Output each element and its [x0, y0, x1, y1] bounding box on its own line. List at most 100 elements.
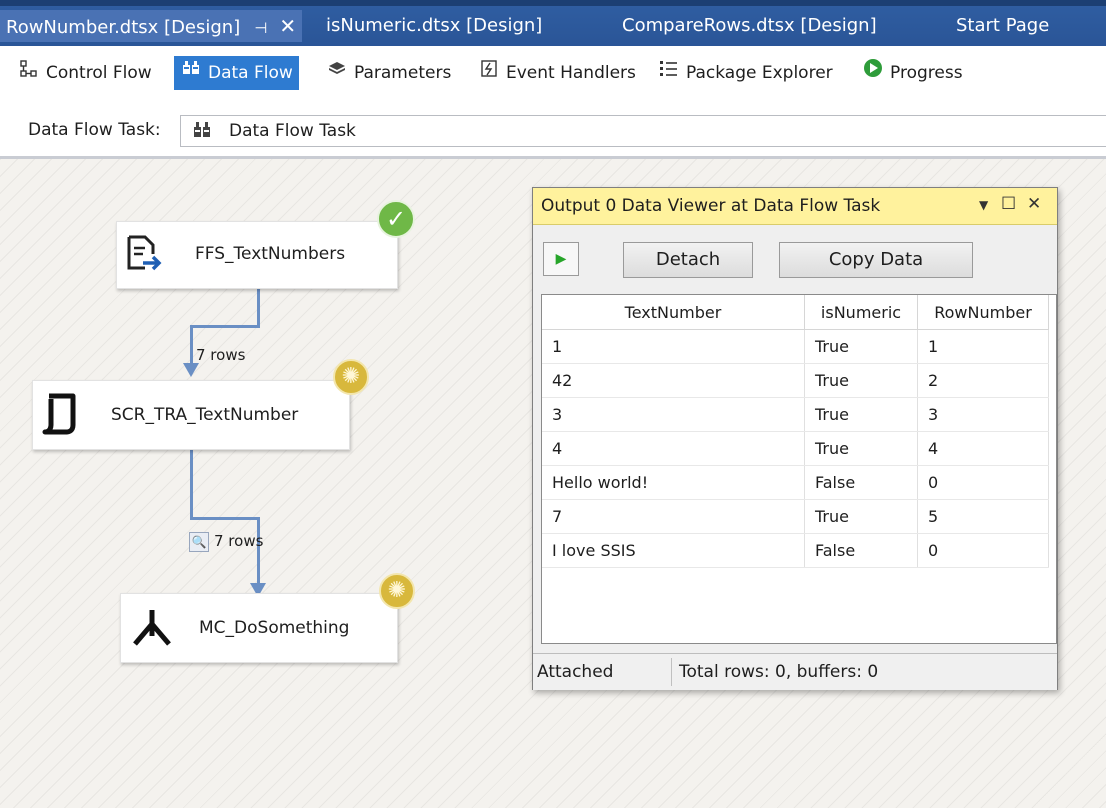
tab-isnumeric-label: isNumeric.dtsx [Design] — [326, 15, 543, 36]
maximize-icon[interactable]: ☐ — [1001, 194, 1016, 214]
tab-start-page-label: Start Page — [956, 15, 1050, 36]
node-ffs-textnumbers[interactable]: FFS_TextNumbers — [116, 221, 398, 289]
table-row[interactable]: 4 True 4 — [542, 431, 1049, 466]
detach-button[interactable]: Detach — [623, 242, 753, 278]
tab-data-flow-label: Data Flow — [208, 63, 293, 83]
node-scr-tra-textnumber[interactable]: SCR_TRA_TextNumber — [32, 380, 350, 450]
success-check-icon: ✓ — [377, 200, 415, 238]
table-row[interactable]: I love SSIS False 0 — [542, 533, 1049, 568]
dropdown-icon[interactable]: ▼ — [979, 198, 988, 212]
continue-play-button[interactable]: ▶ — [543, 242, 579, 276]
table-cell: Hello world! — [542, 465, 805, 500]
table-cell: False — [804, 465, 918, 500]
table-row[interactable]: Hello world! False 0 — [542, 465, 1049, 500]
table-cell: True — [804, 499, 918, 534]
table-cell: 42 — [542, 363, 805, 398]
data-viewer-title: Output 0 Data Viewer at Data Flow Task — [541, 196, 881, 216]
running-status-icon: ✺ — [333, 359, 369, 395]
attach-status: Attached — [537, 662, 614, 682]
event-handlers-icon — [478, 56, 500, 90]
pin-icon[interactable]: ⊣ — [254, 19, 267, 37]
data-viewer-titlebar[interactable]: Output 0 Data Viewer at Data Flow Task ▼… — [533, 188, 1057, 225]
table-cell: 1 — [542, 329, 805, 364]
path-line[interactable] — [257, 517, 260, 585]
table-cell: 0 — [917, 465, 1049, 500]
tab-progress-label: Progress — [890, 63, 963, 83]
tab-event-handlers[interactable]: Event Handlers — [472, 56, 642, 90]
table-header-row: TextNumber isNumeric RowNumber — [542, 295, 1049, 330]
path-row-count: 7 rows — [196, 346, 246, 364]
task-dropdown-value: Data Flow Task — [229, 121, 356, 141]
tab-parameters[interactable]: Parameters — [320, 56, 457, 90]
table-cell: 2 — [917, 363, 1049, 398]
data-viewer-statusbar: Attached Total rows: 0, buffers: 0 — [533, 653, 1057, 690]
column-header-rownumber[interactable]: RowNumber — [917, 295, 1049, 330]
tab-isnumeric[interactable]: isNumeric.dtsx [Design] — [326, 10, 542, 42]
tab-control-flow-label: Control Flow — [46, 63, 152, 83]
table-row[interactable]: 1 True 1 — [542, 329, 1049, 364]
path-row-count: 7 rows — [214, 532, 264, 550]
data-flow-task-icon — [191, 121, 213, 143]
tab-comparerows-label: CompareRows.dtsx [Design] — [622, 15, 877, 36]
table-row[interactable]: 7 True 5 — [542, 499, 1049, 534]
table-cell: 5 — [917, 499, 1049, 534]
table-cell: True — [804, 431, 918, 466]
copy-data-button[interactable]: Copy Data — [779, 242, 973, 278]
table-cell: 0 — [917, 533, 1049, 568]
column-header-textnumber[interactable]: TextNumber — [542, 295, 805, 330]
data-grid[interactable]: TextNumber isNumeric RowNumber 1 True 1 42… — [541, 294, 1057, 644]
path-line[interactable] — [190, 449, 193, 519]
column-header-isnumeric[interactable]: isNumeric — [804, 295, 918, 330]
tab-control-flow[interactable]: Control Flow — [12, 56, 158, 90]
path-arrowhead — [183, 363, 199, 377]
task-dropdown[interactable]: Data Flow Task — [180, 115, 1106, 147]
document-tab-strip: RowNumber.dtsx [Design] ⊣ ✕ isNumeric.dtsx… — [0, 0, 1106, 46]
script-component-icon — [41, 393, 81, 440]
table-cell: 7 — [542, 499, 805, 534]
path-line[interactable] — [190, 325, 193, 365]
table-cell: 3 — [542, 397, 805, 432]
tab-package-explorer[interactable]: Package Explorer — [652, 56, 839, 90]
table-row[interactable]: 42 True 2 — [542, 363, 1049, 398]
table-cell: 4 — [542, 431, 805, 466]
data-viewer-magnifier-icon[interactable]: 🔍 — [189, 532, 209, 552]
path-line[interactable] — [192, 325, 260, 328]
node-label: SCR_TRA_TextNumber — [111, 405, 299, 425]
table-cell: True — [804, 329, 918, 364]
table-cell: 4 — [917, 431, 1049, 466]
tab-progress[interactable]: Progress — [856, 56, 969, 90]
tab-parameters-label: Parameters — [354, 63, 452, 83]
data-viewer-window[interactable]: Output 0 Data Viewer at Data Flow Task ▼… — [532, 187, 1058, 690]
flat-file-source-icon — [123, 234, 163, 279]
table-cell: 1 — [917, 329, 1049, 364]
path-line[interactable] — [190, 517, 260, 520]
tab-start-page[interactable]: Start Page — [956, 10, 1049, 42]
path-line[interactable] — [257, 289, 260, 327]
close-icon[interactable]: ✕ — [279, 14, 296, 38]
multicast-icon — [129, 606, 175, 653]
tab-event-handlers-label: Event Handlers — [506, 63, 636, 83]
running-status-icon: ✺ — [379, 573, 415, 609]
rows-buffers-status: Total rows: 0, buffers: 0 — [679, 662, 879, 682]
tab-rownumber[interactable]: RowNumber.dtsx [Design] ⊣ ✕ — [0, 10, 303, 42]
tab-data-flow[interactable]: Data Flow — [174, 56, 299, 90]
tab-package-explorer-label: Package Explorer — [686, 63, 833, 83]
node-label: FFS_TextNumbers — [195, 244, 346, 264]
table-cell: True — [804, 363, 918, 398]
table-cell: True — [804, 397, 918, 432]
designer-tabs: Control Flow Data Flow Parameters Event … — [0, 46, 1106, 96]
control-flow-icon — [18, 56, 40, 90]
node-mc-dosomething[interactable]: MC_DoSomething — [120, 593, 398, 663]
task-label: Data Flow Task: — [28, 120, 161, 140]
tab-rownumber-label: RowNumber.dtsx [Design] — [6, 17, 241, 38]
table-row[interactable]: 3 True 3 — [542, 397, 1049, 432]
node-label: MC_DoSomething — [199, 618, 350, 638]
tab-comparerows[interactable]: CompareRows.dtsx [Design] — [622, 10, 877, 42]
data-flow-icon — [180, 56, 202, 90]
progress-icon — [862, 56, 884, 90]
task-selector-row: Data Flow Task: Data Flow Task — [0, 110, 1106, 159]
parameters-icon — [326, 56, 348, 90]
table-cell: 3 — [917, 397, 1049, 432]
table-cell: False — [804, 533, 918, 568]
close-icon[interactable]: ✕ — [1027, 194, 1041, 214]
